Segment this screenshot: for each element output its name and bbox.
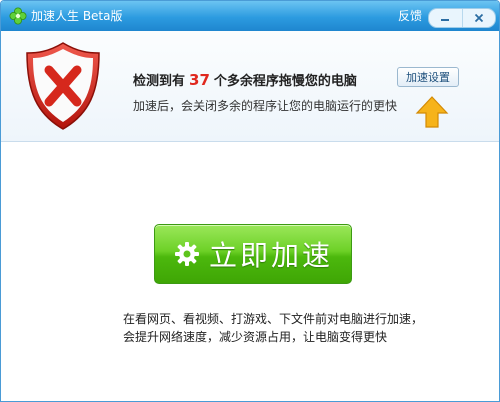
app-title: 加速人生 Beta版 bbox=[31, 9, 123, 23]
window-controls bbox=[428, 8, 496, 28]
title-bar[interactable]: 加速人生 Beta版 反馈 bbox=[1, 1, 499, 31]
detect-prefix: 检测到有 bbox=[133, 74, 186, 89]
detect-count: 37 bbox=[189, 71, 210, 89]
feedback-link[interactable]: 反馈 bbox=[398, 8, 422, 24]
minimize-button[interactable] bbox=[429, 9, 462, 27]
status-header: 检测到有 37 个多余程序拖慢您的电脑 加速后，会关闭多余的程序让您的电脑运行的更快… bbox=[1, 31, 499, 142]
speed-up-button[interactable]: 立即加速 bbox=[154, 224, 352, 284]
gear-icon bbox=[174, 242, 199, 266]
speed-settings-button[interactable]: 加速设置 bbox=[397, 67, 459, 87]
description-line-1: 在看网页、看视频、打游戏、下文件前对电脑进行加速， bbox=[123, 312, 424, 326]
description-text: 在看网页、看视频、打游戏、下文件前对电脑进行加速， 会提升网络速度，减少资源占用… bbox=[123, 310, 423, 346]
up-arrow-icon bbox=[415, 96, 449, 128]
main-panel: 立即加速 在看网页、看视频、打游戏、下文件前对电脑进行加速， 会提升网络速度，减… bbox=[1, 142, 499, 401]
minimize-icon bbox=[441, 19, 450, 21]
close-button[interactable] bbox=[461, 9, 496, 27]
app-window: 加速人生 Beta版 反馈 检测到有 37 个多余程序拖慢您的电脑 加速后，会关… bbox=[0, 0, 500, 402]
description-line-2: 会提升网络速度，减少资源占用，让电脑变得更快 bbox=[123, 330, 388, 344]
clover-icon bbox=[9, 7, 27, 25]
detect-subtext: 加速后，会关闭多余的程序让您的电脑运行的更快 bbox=[133, 99, 398, 113]
detect-message: 检测到有 37 个多余程序拖慢您的电脑 bbox=[133, 71, 357, 91]
red-shield-x-icon bbox=[26, 42, 100, 130]
close-icon bbox=[474, 13, 483, 23]
detect-suffix: 个多余程序拖慢您的电脑 bbox=[213, 74, 357, 89]
speed-up-label: 立即加速 bbox=[208, 239, 333, 272]
